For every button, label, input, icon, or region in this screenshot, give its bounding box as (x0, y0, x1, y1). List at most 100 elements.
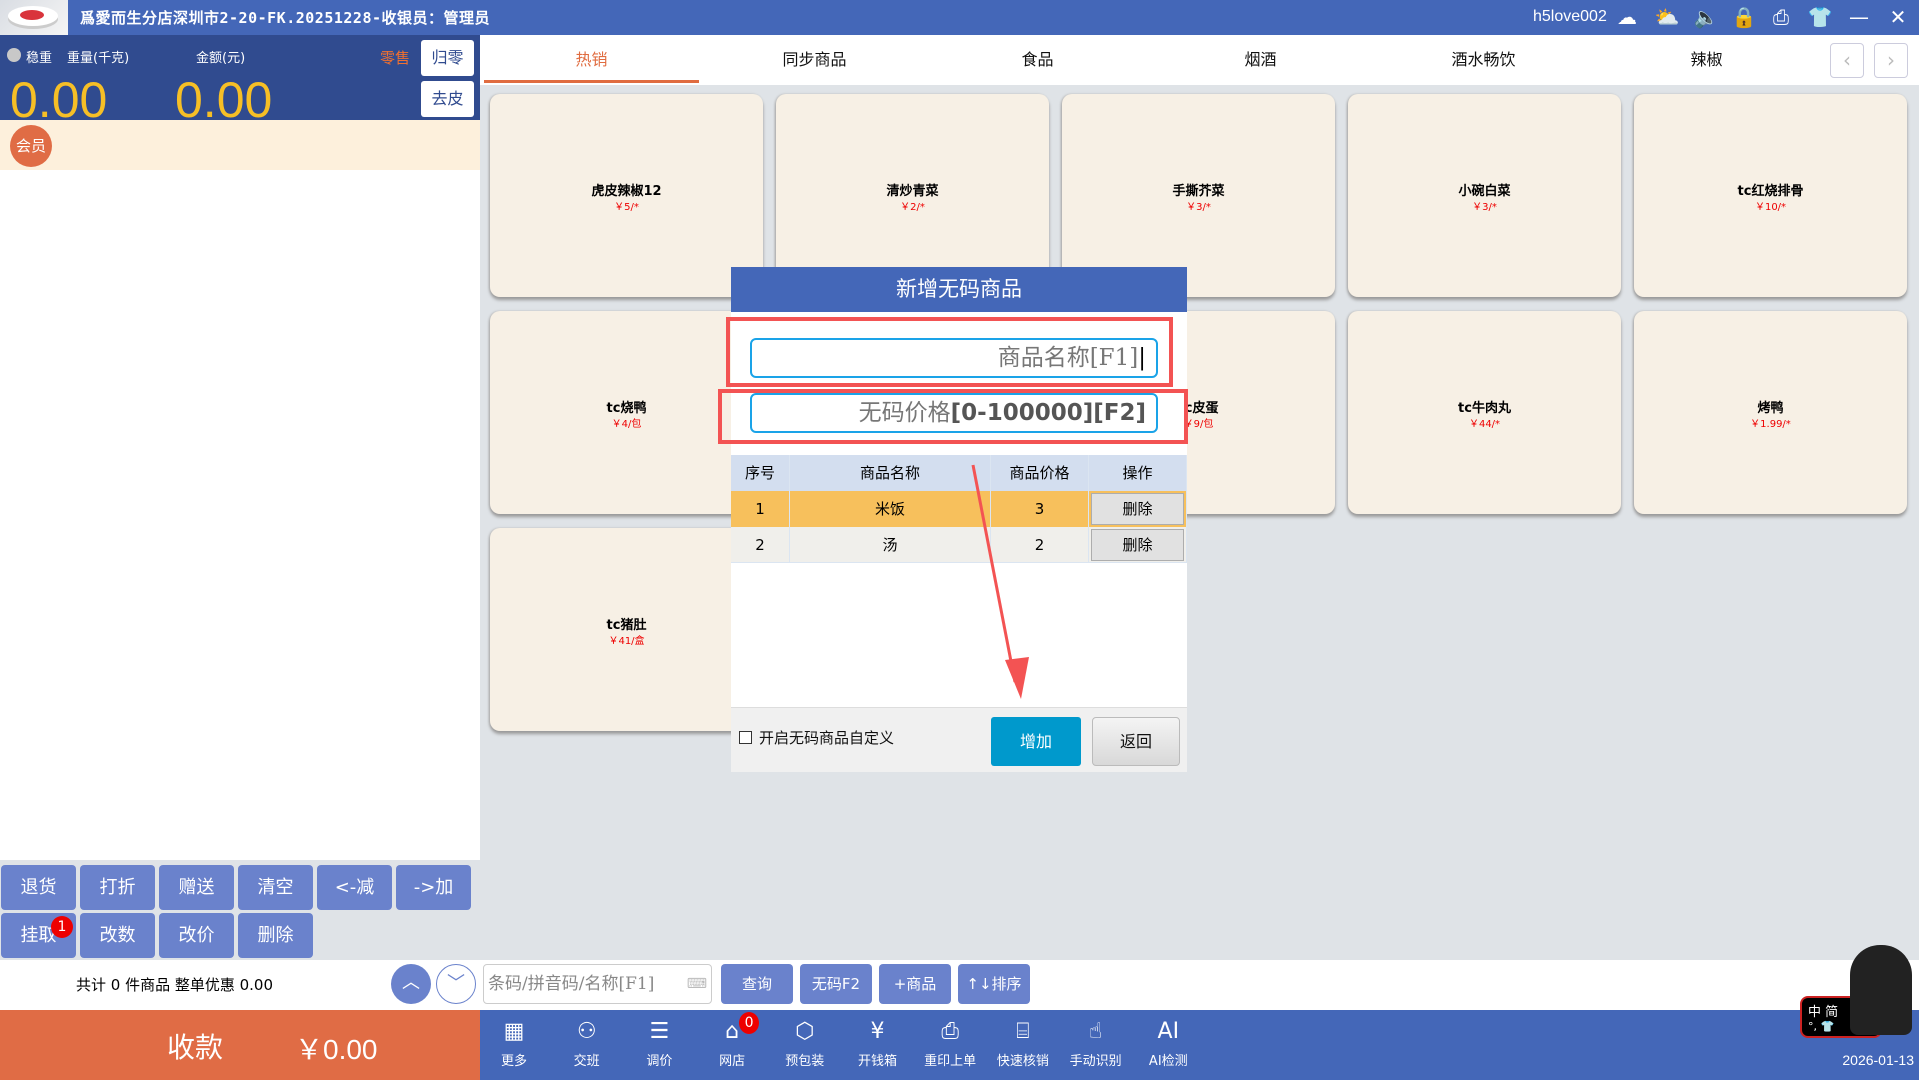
search-placeholder: 条码/拼音码/名称[F1] (488, 974, 654, 994)
ai-scan-icon: AI (1133, 1018, 1203, 1046)
toolbar-label: 快速核销 (988, 1050, 1058, 1069)
sale-mode: 零售 (380, 47, 410, 68)
toolbar-cash-box-button[interactable]: ¥ 开钱箱 (843, 1018, 913, 1069)
tab-1[interactable]: 同步商品 (703, 35, 926, 85)
action-button[interactable]: 改价 (159, 913, 234, 958)
close-icon[interactable]: ✕ (1883, 4, 1913, 30)
toolbar-user-switch-button[interactable]: ⚇交班 (552, 1018, 622, 1069)
product-price: ￥2/* (776, 198, 1049, 213)
product-price: ￥44/* (1348, 415, 1621, 430)
hold-count-badge: 1 (51, 916, 73, 938)
lock-icon[interactable]: 🔒 (1729, 4, 1759, 30)
pay-amount: ￥0.00 (295, 1028, 378, 1068)
stable-label: 稳重 (26, 47, 52, 66)
summary-bar: 共计 0 件商品 整单优惠 0.00 ︿ ﹀ (0, 960, 480, 1010)
category-tabs: ‹ › 热销同步商品食品烟酒酒水畅饮辣椒 (480, 35, 1919, 85)
toolbar-label: 调价 (624, 1050, 694, 1069)
printer-icon[interactable]: ⎙ (1766, 4, 1796, 30)
search-action-button[interactable]: ↑↓排序 (958, 964, 1030, 1004)
search-action-button[interactable]: +商品 (879, 964, 951, 1004)
member-button[interactable]: 会员 (10, 125, 52, 167)
toolbar-shop-button[interactable]: ⌂网店0 (697, 1018, 767, 1069)
toolbar-label: 更多 (479, 1050, 549, 1069)
toolbar-grid-button[interactable]: ▦ 更多 (479, 1018, 549, 1069)
search-row: 条码/拼音码/名称[F1] ⌨ 查询无码F2+商品↑↓排序 (480, 960, 1919, 1010)
action-button[interactable]: 清空 (238, 865, 313, 910)
toolbar-label: 预包装 (770, 1050, 840, 1069)
tab-2[interactable]: 食品 (926, 35, 1149, 85)
shop-order-badge: 0 (739, 1012, 759, 1034)
toolbar-scan-button[interactable]: ⌸ 快速核销 (988, 1018, 1058, 1069)
shirt-icon[interactable]: 👕 (1805, 4, 1835, 30)
user-switch-icon: ⚇ (552, 1018, 622, 1046)
product-name: 手撕芥菜 (1062, 180, 1335, 199)
mascot-image (1850, 945, 1912, 1035)
speaker-icon[interactable]: 🔈 (1691, 4, 1721, 30)
cloud-icon[interactable]: ☁ (1612, 4, 1642, 30)
action-button[interactable]: 打折 (80, 865, 155, 910)
scroll-down-button[interactable]: ﹀ (436, 964, 476, 1004)
cash-box-icon: ¥ (843, 1018, 913, 1046)
scan-icon: ⌸ (988, 1018, 1058, 1046)
tab-3[interactable]: 烟酒 (1149, 35, 1372, 85)
search-action-button[interactable]: 无码F2 (800, 964, 872, 1004)
tab-prev-button[interactable]: ‹ (1830, 43, 1864, 78)
product-price: ￥3/* (1062, 198, 1335, 213)
toolbar-label: 网店 (697, 1050, 767, 1069)
tare-button[interactable]: 去皮 (421, 81, 474, 117)
toolbar-ai-scan-button[interactable]: AI AI检测 (1133, 1018, 1203, 1069)
tab-0[interactable]: 热销 (480, 35, 703, 85)
product-name: tc牛肉丸 (1348, 397, 1621, 416)
date-display: 2026-01-13 (1842, 1052, 1914, 1068)
ime-label: 中 简 (1808, 1005, 1838, 1020)
cart-summary: 共计 0 件商品 整单优惠 0.00 (76, 974, 273, 995)
search-input[interactable]: 条码/拼音码/名称[F1] ⌨ (483, 964, 712, 1004)
package-icon: ⬡ (770, 1018, 840, 1046)
toolbar-label: 重印上单 (915, 1050, 985, 1069)
toolbar-package-button[interactable]: ⬡ 预包装 (770, 1018, 840, 1069)
cloud-upload-icon[interactable]: ⛅ (1652, 4, 1682, 30)
keyboard-icon[interactable]: ⌨ (687, 965, 707, 1003)
action-button[interactable]: 删除 (238, 913, 313, 958)
zero-button[interactable]: 归零 (421, 40, 474, 76)
member-bar: 会员 (0, 120, 480, 170)
cart-list (0, 170, 480, 860)
product-card[interactable]: tc红烧排骨￥10/* (1634, 94, 1907, 297)
tab-next-button[interactable]: › (1874, 43, 1908, 78)
toolbar-hand-button[interactable]: ☝手动识别 (1061, 1018, 1131, 1069)
annotation-arrow (731, 267, 1187, 772)
product-card[interactable]: tc牛肉丸￥44/* (1348, 311, 1621, 514)
action-button[interactable]: 赠送 (159, 865, 234, 910)
scroll-up-button[interactable]: ︿ (391, 964, 431, 1004)
username: h5love002 (1533, 8, 1607, 26)
add-unbarcoded-item-dialog: 新增无码商品 商品名称[F1]| 无码价格[0-100000][F2] 序号 商… (731, 267, 1187, 772)
product-name: 小碗白菜 (1348, 180, 1621, 199)
product-card[interactable]: 虎皮辣椒12￥5/* (490, 94, 763, 297)
product-card[interactable]: tc猪肚￥41/盒 (490, 528, 763, 731)
toolbar-label: 手动识别 (1061, 1050, 1131, 1069)
product-card[interactable]: 小碗白菜￥3/* (1348, 94, 1621, 297)
tab-4[interactable]: 酒水畅饮 (1372, 35, 1595, 85)
toolbar-label: 开钱箱 (843, 1050, 913, 1069)
action-button[interactable]: <-减 (317, 865, 392, 910)
stable-indicator-icon (7, 48, 21, 62)
search-action-button[interactable]: 查询 (721, 964, 793, 1004)
product-name: tc红烧排骨 (1634, 180, 1907, 199)
store-logo (0, 0, 68, 35)
pay-button[interactable]: 收款 ￥0.00 (0, 1010, 480, 1080)
product-name: 虎皮辣椒12 (490, 180, 763, 199)
action-button[interactable]: ->加 (396, 865, 471, 910)
toolbar-price-adjust-button[interactable]: ☰调价 (624, 1018, 694, 1069)
scale-panel: 稳重 重量(千克) 金额(元) 零售 0.00 0.00 归零 去皮 (0, 35, 480, 120)
toolbar-label: AI检测 (1133, 1050, 1203, 1069)
product-price: ￥1.99/* (1634, 415, 1907, 430)
product-card[interactable]: 烤鸭￥1.99/* (1634, 311, 1907, 514)
weight-label: 重量(千克) (67, 47, 129, 66)
minimize-icon[interactable]: — (1844, 4, 1874, 30)
tab-5[interactable]: 辣椒 (1595, 35, 1818, 85)
action-button[interactable]: 退货 (1, 865, 76, 910)
toolbar-reprint-button[interactable]: ⎙重印上单 (915, 1018, 985, 1069)
grid-icon: ▦ (479, 1018, 549, 1046)
title-bar: 爲愛而生分店深圳市2-20-FK.20251228-收银员：管理员 h5love… (0, 0, 1919, 35)
action-button[interactable]: 改数 (80, 913, 155, 958)
